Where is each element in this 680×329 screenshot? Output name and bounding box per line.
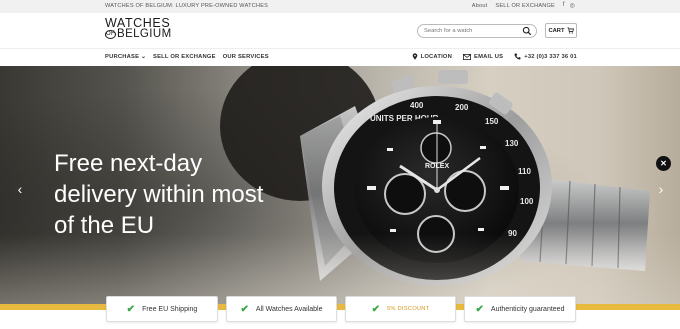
mail-icon (463, 53, 472, 60)
slider-prev-arrow-icon[interactable]: ‹ (13, 182, 27, 196)
nav-item-location[interactable]: LOCATION (412, 53, 452, 60)
svg-text:130: 130 (505, 139, 519, 148)
headline-line-1: Free next-day (54, 150, 203, 177)
hero-slider: 400200150 130110100 90UNITS PER HOUR ROL… (0, 66, 680, 304)
svg-text:150: 150 (485, 117, 499, 126)
main-navigation: PURCHASE ⌄ SELL OR EXCHANGE OUR SERVICES… (0, 48, 680, 66)
facebook-icon[interactable]: f (563, 2, 565, 9)
about-link[interactable]: About (472, 3, 488, 9)
location-pin-icon (412, 53, 417, 60)
nav-primary: PURCHASE ⌄ SELL OR EXCHANGE OUR SERVICES (105, 54, 269, 60)
feature-all-watches: ✔ All Watches Available (226, 296, 337, 322)
email-label: EMAIL US (474, 53, 504, 60)
logo-of-badge: OF (105, 30, 116, 39)
check-icon: ✔ (126, 303, 136, 315)
hero-headline: Free next-day delivery within most of th… (54, 148, 294, 241)
sell-or-exchange-link[interactable]: SELL OR EXCHANGE (495, 3, 555, 9)
cart-button[interactable]: CART (545, 23, 577, 38)
logo-line2: OF BELGIUM (105, 28, 172, 40)
headline-line-2: delivery within most (54, 181, 264, 208)
instagram-icon[interactable]: ◎ (570, 2, 575, 9)
feature-discount: ✔ 5% DISCOUNT (345, 296, 456, 322)
announcement-bar: WATCHES OF BELGIUM: LUXURY PRE-OWNED WAT… (0, 0, 680, 13)
feature-free-shipping: ✔ Free EU Shipping (106, 296, 218, 322)
close-button[interactable]: ✕ (656, 156, 671, 171)
site-header: WATCHES OF BELGIUM CART (0, 13, 680, 48)
logo-belgium: BELGIUM (117, 28, 172, 40)
phone-icon (514, 53, 521, 60)
nav-item-sell-or-exchange[interactable]: SELL OR EXCHANGE (153, 54, 216, 60)
search-box (417, 24, 537, 38)
search-icon[interactable] (522, 26, 532, 36)
nav-contact: LOCATION EMAIL US +32 (0)3 337 36 01 (412, 53, 577, 60)
headline-line-3: of the EU (54, 212, 155, 239)
watch-brand-text: ROLEX (425, 163, 449, 170)
site-logo[interactable]: WATCHES OF BELGIUM (105, 17, 172, 40)
svg-text:200: 200 (455, 103, 469, 112)
cart-icon (566, 27, 574, 34)
svg-text:400: 400 (410, 101, 424, 110)
social-links: f ◎ (563, 2, 575, 9)
svg-text:110: 110 (518, 167, 531, 176)
gold-accent-line (0, 304, 680, 310)
cart-label: CART (548, 27, 565, 34)
nav-item-our-services[interactable]: OUR SERVICES (223, 54, 269, 60)
announcement-text: WATCHES OF BELGIUM: LUXURY PRE-OWNED WAT… (105, 3, 269, 9)
topbar-links: About SELL OR EXCHANGE (472, 3, 555, 9)
check-icon: ✔ (240, 303, 249, 315)
feature-authenticity: ✔ Authenticity guaranteed (464, 296, 576, 322)
slider-next-arrow-icon[interactable]: › (654, 182, 668, 196)
check-icon: ✔ (475, 303, 484, 315)
nav-item-phone[interactable]: +32 (0)3 337 36 01 (514, 53, 577, 60)
feature-label: Free EU Shipping (142, 305, 198, 313)
search-input[interactable] (424, 26, 519, 36)
nav-item-purchase[interactable]: PURCHASE ⌄ (105, 54, 146, 60)
phone-label: +32 (0)3 337 36 01 (524, 53, 577, 60)
nav-item-email[interactable]: EMAIL US (463, 53, 503, 60)
svg-text:100: 100 (520, 197, 534, 206)
check-icon: ✔ (371, 303, 380, 315)
feature-label: All Watches Available (255, 305, 323, 313)
feature-label: 5% DISCOUNT (386, 306, 430, 312)
feature-label: Authenticity guaranteed (490, 305, 565, 313)
location-label: LOCATION (420, 53, 453, 60)
